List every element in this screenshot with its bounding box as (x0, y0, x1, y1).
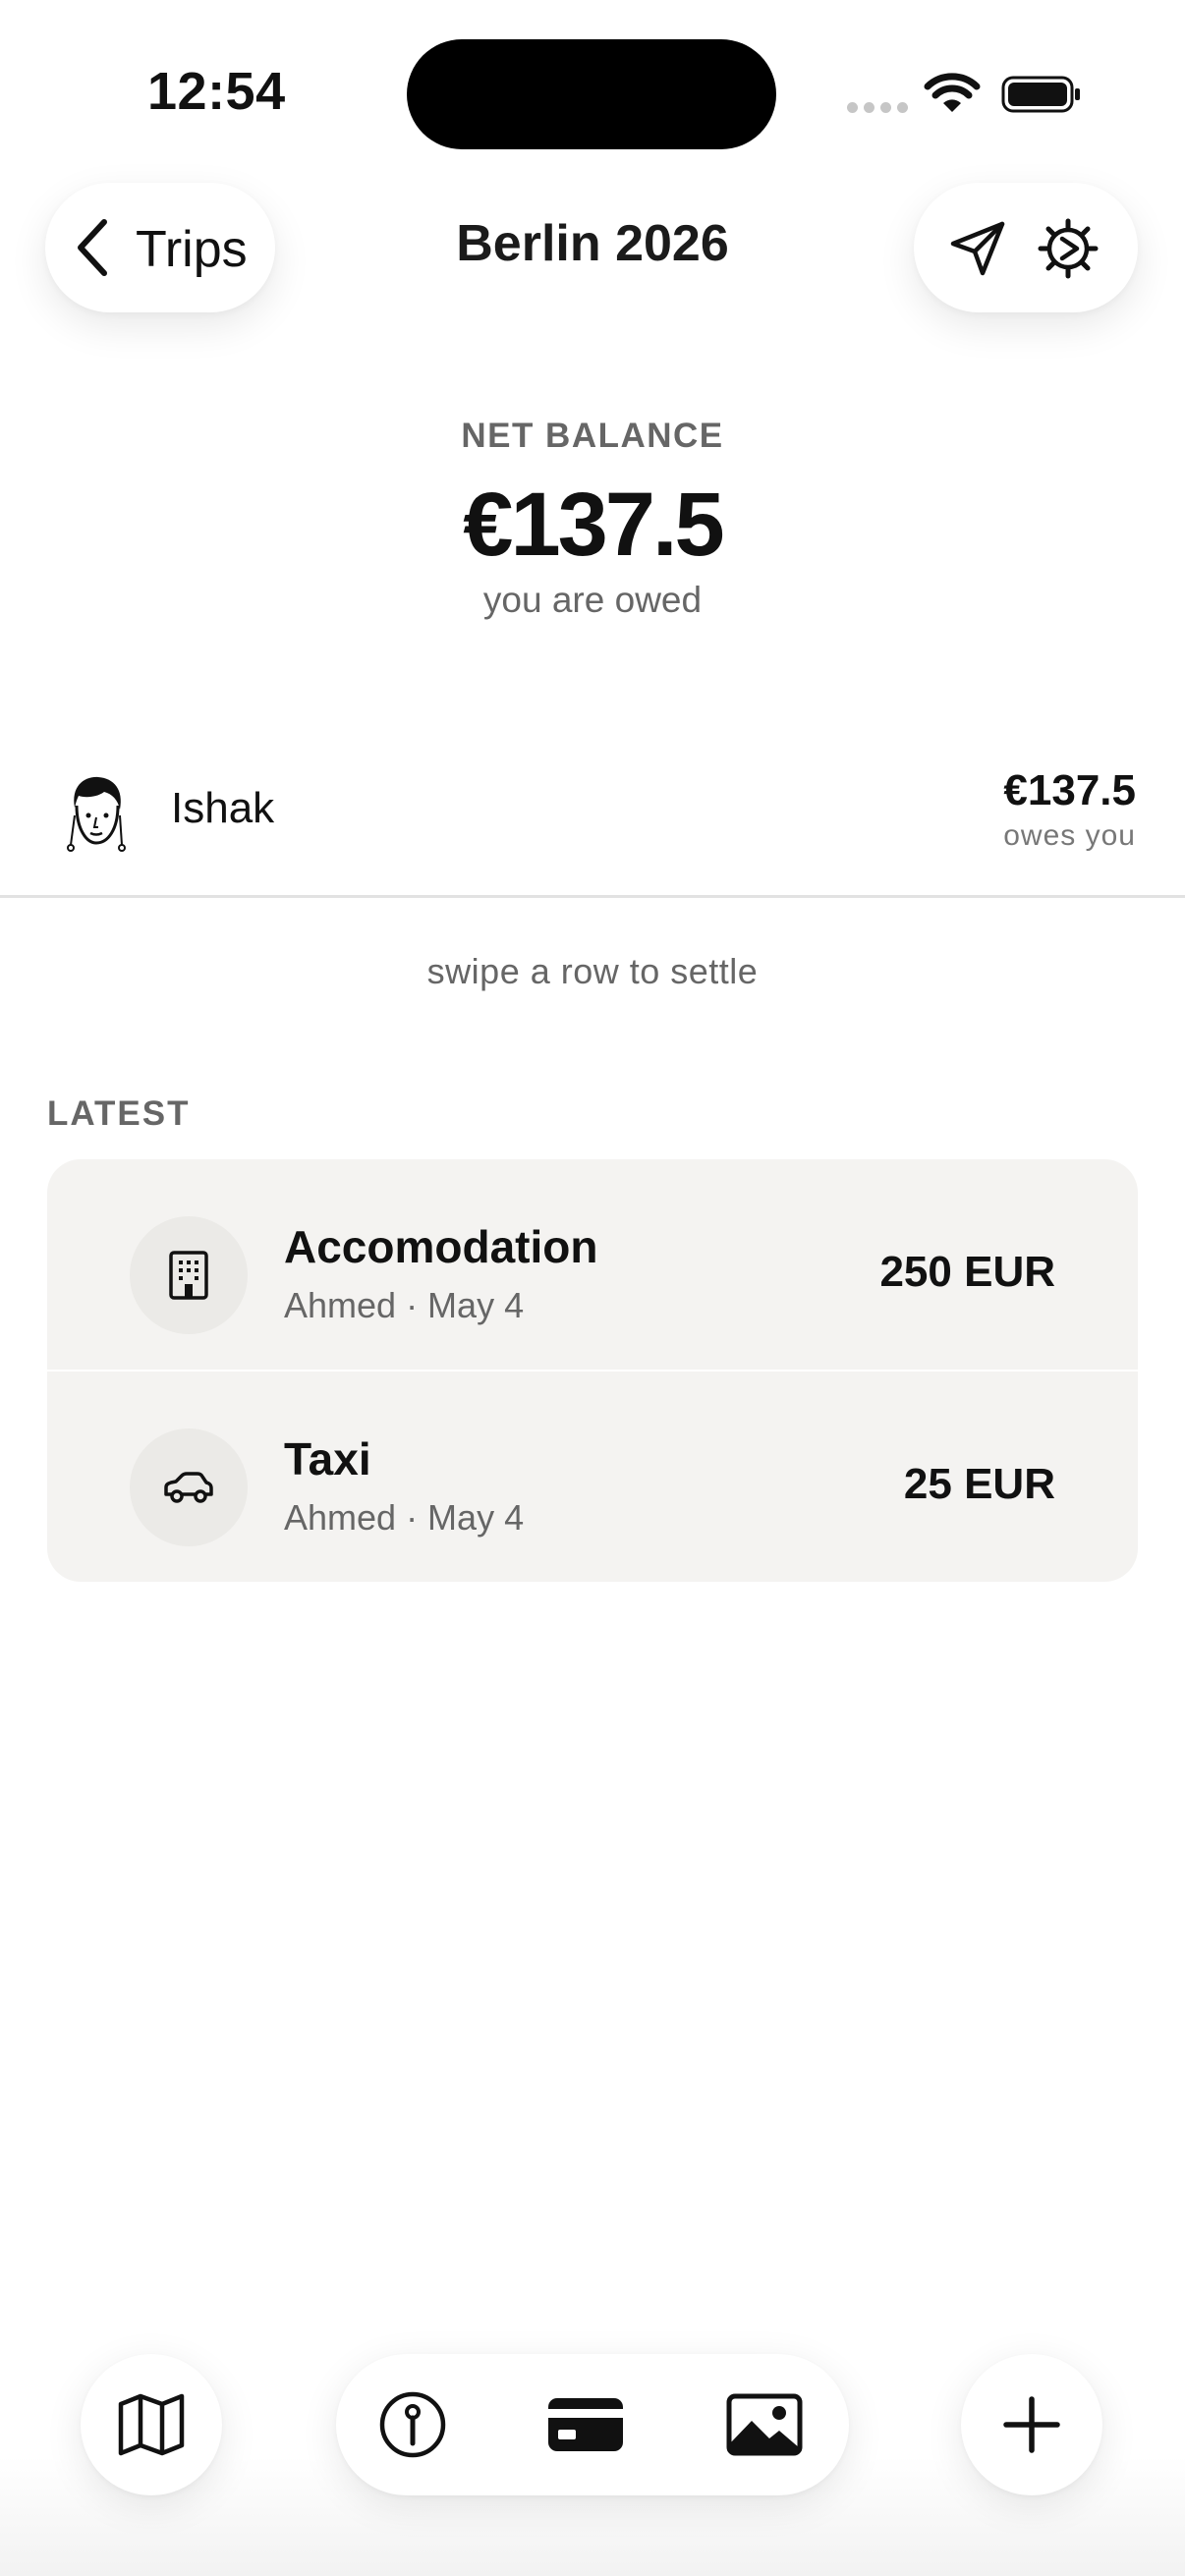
status-time: 12:54 (147, 62, 286, 121)
balance-row[interactable]: Ishak €137.5 owes you (0, 747, 1185, 898)
expense-title: Taxi (284, 1433, 371, 1484)
expense-item[interactable]: Accomodation Ahmed · May 4 250 EUR (47, 1159, 1138, 1370)
person-status: owes you (1003, 819, 1136, 852)
gear-icon[interactable] (1038, 218, 1099, 279)
battery-icon (1001, 76, 1080, 113)
header-actions (914, 183, 1138, 312)
send-icon[interactable] (949, 220, 1006, 277)
net-balance-label: NET BALANCE (461, 417, 724, 455)
expense-meta: Ahmed · May 4 (284, 1285, 525, 1325)
map-icon (118, 2393, 185, 2456)
dynamic-island (407, 39, 776, 149)
photo-icon (726, 2393, 803, 2456)
person-name: Ishak (171, 784, 275, 832)
add-expense-button[interactable] (961, 2354, 1102, 2495)
net-balance-subtitle: you are owed (482, 580, 703, 620)
wifi-icon (924, 73, 981, 112)
map-button[interactable] (81, 2354, 222, 2495)
card-icon (548, 2398, 623, 2451)
info-icon (379, 2391, 446, 2458)
car-icon (164, 1472, 213, 1503)
expense-title: Accomodation (284, 1221, 598, 1272)
photos-button[interactable] (725, 2389, 804, 2460)
building-icon (169, 1251, 208, 1300)
expense-meta: Ahmed · May 4 (284, 1497, 525, 1538)
expense-amount: 250 EUR (879, 1248, 1055, 1296)
plus-icon (1003, 2396, 1060, 2453)
bottom-tab-group (336, 2354, 849, 2495)
expense-item[interactable]: Taxi Ahmed · May 4 25 EUR (47, 1372, 1138, 1582)
expenses-button[interactable] (546, 2389, 625, 2460)
expense-amount: 25 EUR (903, 1460, 1055, 1508)
person-amount: €137.5 (1003, 766, 1136, 814)
net-balance-amount: €137.5 (463, 475, 724, 575)
settle-hint: swipe a row to settle (426, 951, 759, 991)
info-button[interactable] (377, 2389, 448, 2460)
avatar (67, 776, 126, 852)
section-title-latest: LATEST (47, 1094, 191, 1133)
cellular-signal-icon (847, 102, 908, 116)
